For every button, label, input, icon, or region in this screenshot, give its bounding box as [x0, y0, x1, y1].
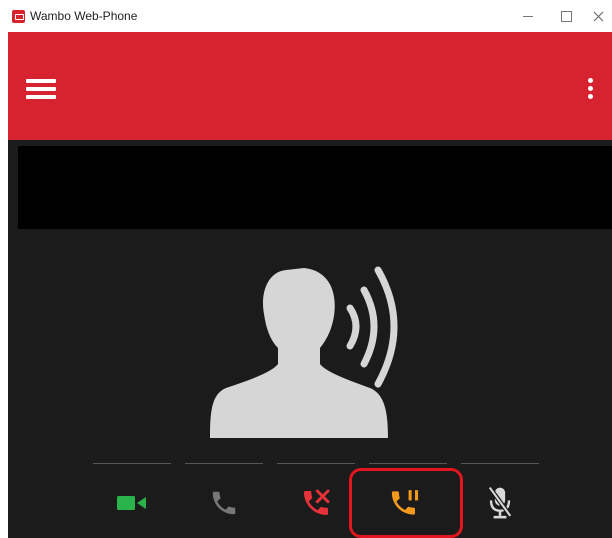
divider	[93, 463, 171, 464]
app-logo-icon	[12, 10, 25, 23]
mic-off-icon	[487, 486, 513, 519]
phone-icon	[212, 491, 236, 515]
video-button[interactable]	[86, 473, 178, 533]
divider	[461, 463, 539, 464]
maximize-button[interactable]	[552, 4, 580, 28]
hang-up-button[interactable]	[270, 473, 362, 533]
more-vert-icon[interactable]	[586, 76, 594, 102]
call-button[interactable]	[178, 473, 270, 533]
video-camera-icon	[117, 496, 146, 510]
window-titlebar: Wambo Web-Phone	[0, 0, 612, 32]
divider	[277, 463, 355, 464]
maximize-icon	[560, 10, 572, 22]
app-header	[8, 32, 612, 140]
minimize-icon	[523, 15, 533, 17]
close-icon	[593, 11, 603, 21]
phone-hangup-icon	[304, 489, 330, 515]
divider	[185, 463, 263, 464]
phone-hold-icon	[391, 490, 419, 515]
call-actions-bar	[8, 140, 612, 538]
divider	[369, 463, 447, 464]
call-screen	[8, 140, 612, 538]
hold-button[interactable]	[349, 468, 463, 538]
hamburger-icon[interactable]	[26, 79, 56, 99]
close-button[interactable]	[584, 4, 612, 28]
minimize-button[interactable]	[514, 4, 542, 28]
window-title: Wambo Web-Phone	[30, 9, 138, 23]
mute-button[interactable]	[454, 473, 546, 533]
